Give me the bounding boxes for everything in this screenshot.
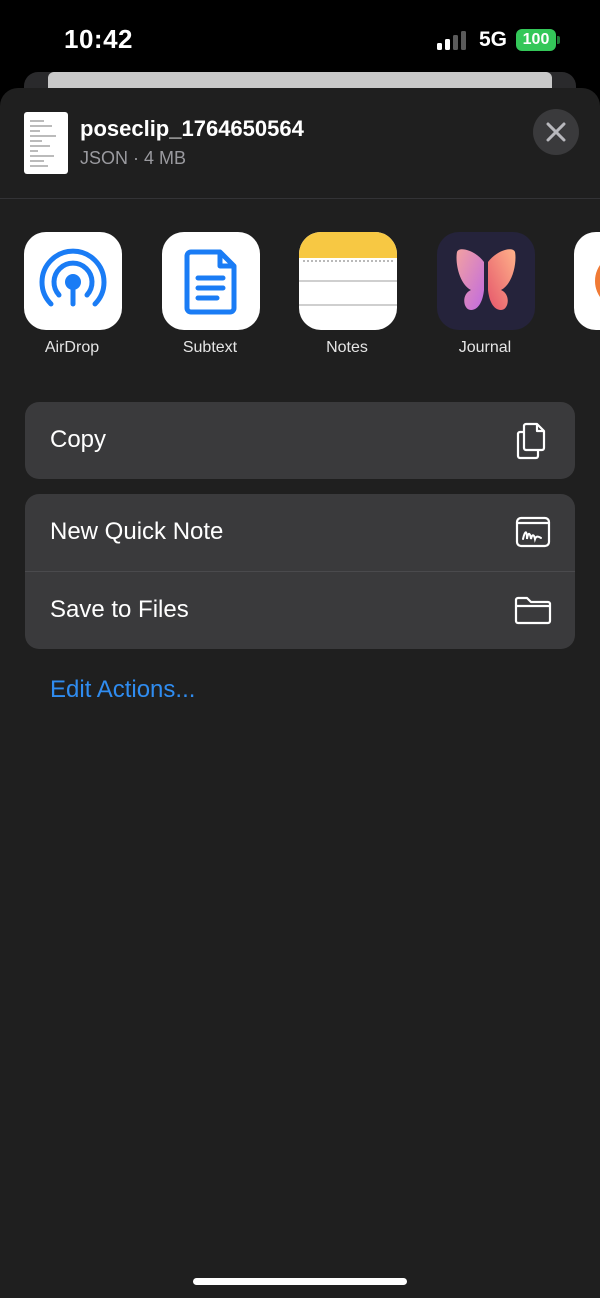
notes-icon — [299, 232, 397, 330]
actions-group-files: New Quick Note Save to Files — [25, 494, 575, 649]
app-label: Subtext — [182, 339, 238, 356]
app-journal[interactable]: Journal — [425, 232, 545, 372]
folder-icon — [514, 596, 552, 625]
battery-cap — [557, 36, 560, 44]
app-label: Notes — [326, 339, 368, 356]
close-icon — [546, 122, 566, 142]
app-airdrop[interactable]: AirDrop — [12, 232, 132, 372]
action-label: New Quick Note — [50, 518, 224, 545]
edit-actions-link[interactable]: Edit Actions... — [50, 676, 195, 704]
document-thumbnail-icon — [24, 112, 68, 174]
network-type: 5G — [479, 28, 508, 51]
copy-action[interactable]: Copy — [25, 402, 575, 479]
action-label: Save to Files — [50, 596, 189, 623]
app-label: Fr — [554, 339, 600, 357]
status-bar: 10:42 5G 100 — [0, 0, 600, 80]
app-icon — [574, 232, 600, 330]
app-notes[interactable]: Notes — [287, 232, 407, 372]
share-apps-row: AirDrop Subtext Notes Journal — [0, 232, 600, 372]
cellular-signal-icon — [437, 30, 469, 50]
close-button[interactable] — [533, 109, 579, 155]
file-meta: JSON · 4 MB — [80, 148, 187, 168]
copy-icon — [516, 422, 546, 460]
save-to-files-action[interactable]: Save to Files — [25, 572, 575, 649]
airdrop-icon — [24, 232, 122, 330]
app-subtext[interactable]: Subtext — [150, 232, 270, 372]
new-quick-note-action[interactable]: New Quick Note — [25, 494, 575, 571]
actions-group-copy: Copy — [25, 402, 575, 479]
subtext-icon — [162, 232, 260, 330]
quick-note-icon — [515, 516, 551, 548]
home-indicator[interactable] — [193, 1278, 407, 1285]
app-label: AirDrop — [44, 339, 100, 356]
app-label: Journal — [458, 339, 512, 356]
share-sheet: poseclip_1764650564 JSON · 4 MB AirDrop … — [0, 88, 600, 1298]
app-partial[interactable]: Fr — [562, 232, 600, 372]
journal-icon — [437, 232, 535, 330]
battery-icon: 100 — [516, 29, 556, 51]
action-label: Copy — [50, 426, 107, 453]
status-time: 10:42 — [64, 24, 133, 54]
header-divider — [0, 198, 600, 199]
file-name: poseclip_1764650564 — [80, 116, 304, 141]
share-sheet-header: poseclip_1764650564 JSON · 4 MB — [0, 88, 600, 198]
